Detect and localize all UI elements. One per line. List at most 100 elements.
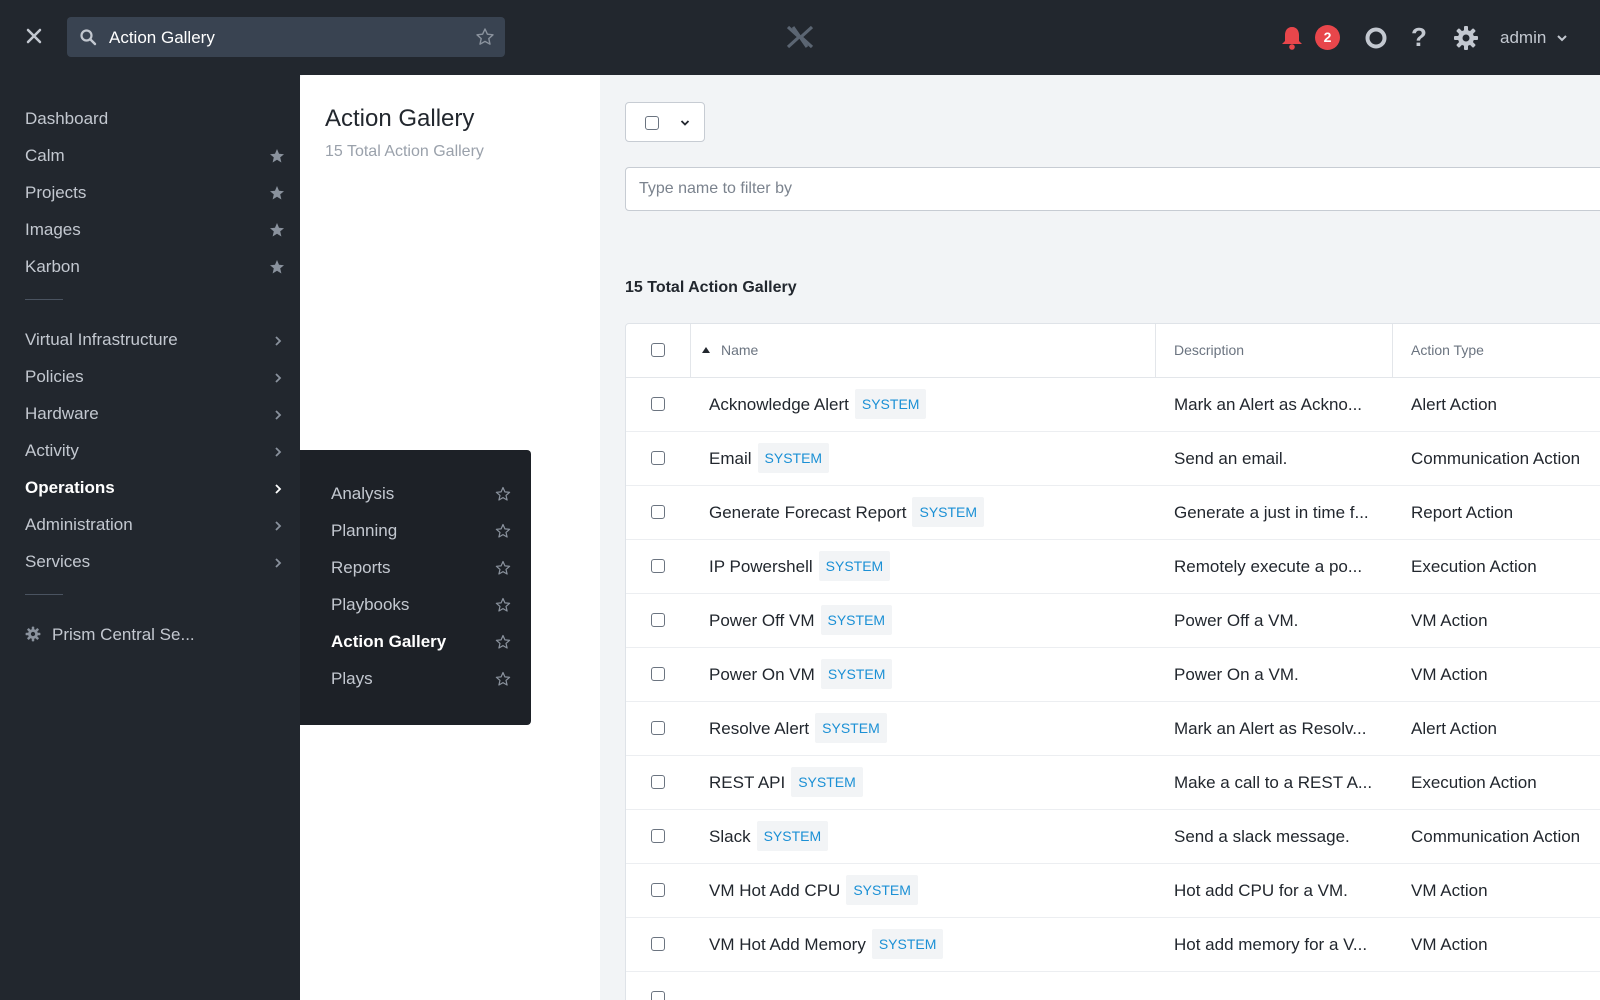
flyout-item-playbooks[interactable]: Playbooks [331,590,511,620]
row-checkbox[interactable] [651,991,665,1000]
circle-icon[interactable] [1364,26,1388,50]
action-name-cell[interactable]: Acknowledge Alert SYSTEM [709,378,927,431]
star-outline-icon[interactable] [495,671,511,687]
star-outline-icon[interactable] [495,523,511,539]
sidebar-item-operations[interactable]: Operations [25,473,285,503]
table-row[interactable]: IP Powershell SYSTEM Remotely execute a p… [626,540,1600,594]
action-description: Power Off a VM. [1174,611,1299,630]
flyout-item-action-gallery[interactable]: Action Gallery [331,627,511,657]
action-name-cell[interactable]: Power Off VM SYSTEM [709,594,893,647]
system-tag: SYSTEM [854,388,927,419]
action-name[interactable]: Resolve Alert [709,719,809,738]
table-row[interactable]: REST API SYSTEM Make a call to a REST A..… [626,756,1600,810]
star-outline-icon[interactable] [495,560,511,576]
action-name-cell[interactable]: REST API SYSTEM [709,756,863,809]
table-row[interactable]: Power On VM SYSTEM Power On a VM. VM Acti… [626,648,1600,702]
nutanix-logo-icon[interactable] [785,25,815,49]
row-checkbox[interactable] [651,829,665,843]
action-name-cell[interactable]: Slack SYSTEM [709,810,829,863]
table-row[interactable]: Power Off VM SYSTEM Power Off a VM. VM Ac… [626,594,1600,648]
row-checkbox[interactable] [651,883,665,897]
action-name-cell[interactable]: IP Powershell SYSTEM [709,540,891,593]
row-checkbox[interactable] [651,721,665,735]
table-row[interactable]: Generate Forecast Report SYSTEM Generate … [626,486,1600,540]
star-outline-icon[interactable] [495,486,511,502]
action-name[interactable]: Slack [709,827,751,846]
action-name-cell[interactable]: Resolve Alert SYSTEM [709,702,887,755]
star-outline-icon[interactable] [475,27,495,47]
row-checkbox[interactable] [651,505,665,519]
table-row[interactable]: Email SYSTEM Send an email. Communication… [626,432,1600,486]
star-filled-icon[interactable] [269,222,285,238]
sidebar-item-administration[interactable]: Administration [25,510,285,540]
action-name[interactable]: VM Hot Add CPU [709,881,840,900]
action-name-cell[interactable]: Power On VM SYSTEM [709,648,893,701]
star-outline-icon[interactable] [495,634,511,650]
select-all-checkbox[interactable] [651,343,665,357]
row-checkbox[interactable] [651,613,665,627]
action-name-cell[interactable]: Email SYSTEM [709,432,830,485]
column-header-description[interactable]: Description [1174,324,1244,377]
table-row[interactable]: Acknowledge Alert SYSTEM Mark an Alert as… [626,378,1600,432]
sidebar-item-label: Services [25,552,91,571]
table-header: Name Description Action Type [626,324,1600,378]
sidebar-item-prism-central-settings[interactable]: Prism Central Se... [25,620,195,650]
action-name-cell[interactable]: VM Hot Add Memory SYSTEM [709,918,944,971]
action-name[interactable]: Generate Forecast Report [709,503,906,522]
bulk-select-checkbox[interactable] [645,116,659,130]
search-input[interactable]: Action Gallery [67,17,505,57]
system-tag: SYSTEM [912,496,985,527]
sidebar-item-services[interactable]: Services [25,547,285,577]
table-row[interactable]: VM Hot Add CPU SYSTEM Hot add CPU for a V… [626,864,1600,918]
table-row[interactable]: VM Hot Add Memory SYSTEM Hot add memory f… [626,918,1600,972]
sidebar-item-calm[interactable]: Calm [25,141,285,171]
name-filter-input[interactable]: Type name to filter by [625,167,1600,211]
sidebar-item-karbon[interactable]: Karbon [25,252,285,282]
sidebar-item-policies[interactable]: Policies [25,362,285,392]
column-header-action-type[interactable]: Action Type [1411,324,1484,377]
action-name[interactable]: Power Off VM [709,611,815,630]
action-name[interactable]: VM Hot Add Memory [709,935,866,954]
sidebar-item-activity[interactable]: Activity [25,436,285,466]
sidebar-item-dashboard[interactable]: Dashboard [25,104,285,134]
action-name-cell[interactable]: Generate Forecast Report SYSTEM [709,486,985,539]
row-checkbox[interactable] [651,775,665,789]
bell-icon[interactable] [1280,25,1304,51]
sidebar-item-virtual-infrastructure[interactable]: Virtual Infrastructure [25,325,285,355]
sidebar-item-projects[interactable]: Projects [25,178,285,208]
flyout-item-planning[interactable]: Planning [331,516,511,546]
action-name[interactable]: REST API [709,773,785,792]
action-name[interactable]: Acknowledge Alert [709,395,849,414]
help-icon[interactable]: ? [1407,22,1431,52]
action-name-cell[interactable]: VM Hot Add CPU SYSTEM [709,864,918,917]
close-icon[interactable] [22,24,46,48]
action-name[interactable]: IP Powershell [709,557,813,576]
flyout-item-reports[interactable]: Reports [331,553,511,583]
row-checkbox[interactable] [651,397,665,411]
bulk-select-button[interactable] [625,102,705,142]
row-checkbox[interactable] [651,937,665,951]
notification-count-badge[interactable]: 2 [1315,25,1340,50]
sidebar-item-hardware[interactable]: Hardware [25,399,285,429]
action-name[interactable]: Email [709,449,752,468]
table-row[interactable]: Resolve Alert SYSTEM Mark an Alert as Res… [626,702,1600,756]
user-menu[interactable]: admin [1500,28,1546,48]
star-filled-icon[interactable] [269,259,285,275]
table-row[interactable]: Slack SYSTEM Send a slack message. Commun… [626,810,1600,864]
row-checkbox[interactable] [651,451,665,465]
gear-icon[interactable] [1453,25,1479,51]
chevron-down-icon[interactable] [1556,33,1568,43]
star-filled-icon[interactable] [269,148,285,164]
action-name[interactable]: Power On VM [709,665,815,684]
flyout-item-analysis[interactable]: Analysis [331,479,511,509]
sort-up-icon[interactable] [702,347,710,353]
table-row[interactable] [626,972,1600,1000]
row-checkbox[interactable] [651,667,665,681]
flyout-item-plays[interactable]: Plays [331,664,511,694]
sidebar-item-label: Prism Central Se... [52,625,195,644]
sidebar-item-images[interactable]: Images [25,215,285,245]
column-header-name[interactable]: Name [721,324,758,377]
star-outline-icon[interactable] [495,597,511,613]
star-filled-icon[interactable] [269,185,285,201]
row-checkbox[interactable] [651,559,665,573]
